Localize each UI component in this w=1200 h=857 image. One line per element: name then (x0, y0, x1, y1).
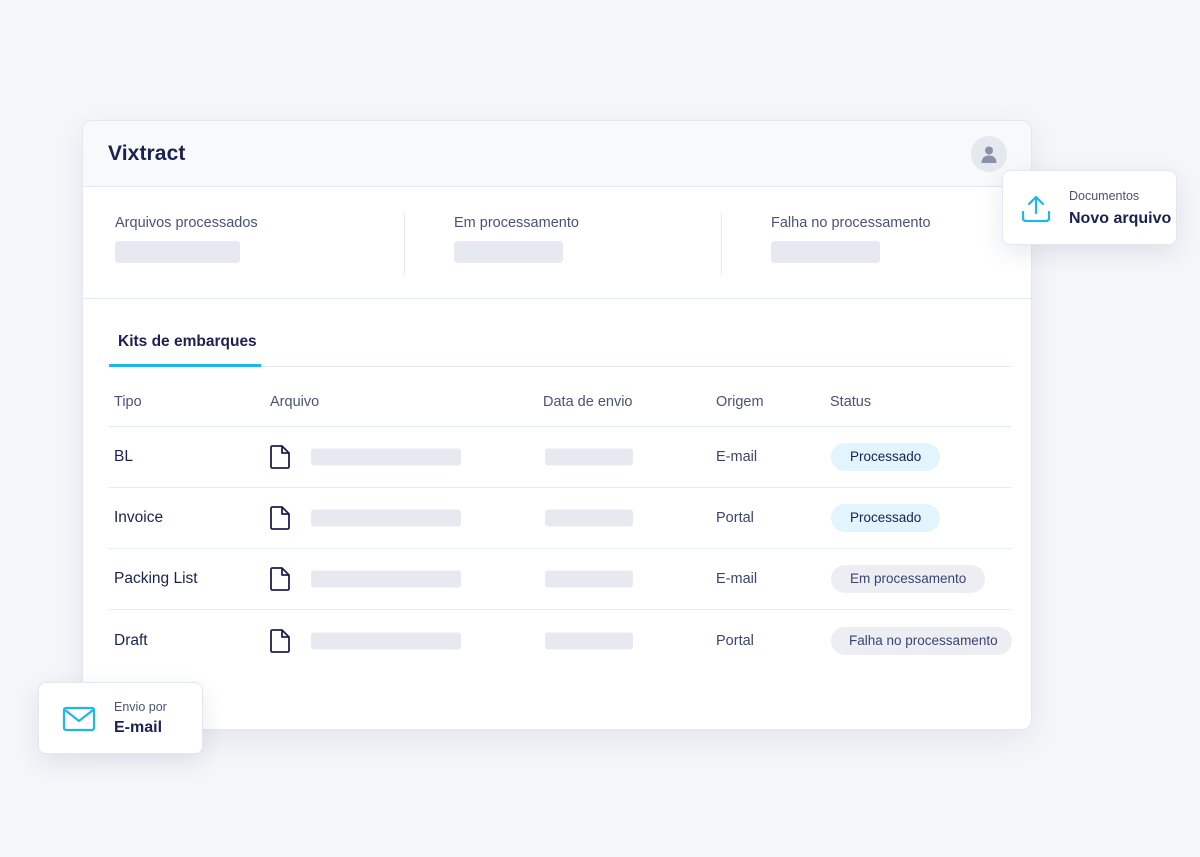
column-header-origem: Origem (716, 394, 764, 410)
row-type: BL (114, 448, 133, 465)
shipments-table: Tipo Arquivo Data de envio Origem Status… (109, 379, 1012, 671)
document-icon (270, 445, 290, 469)
upload-card-title: Novo arquivo (1069, 210, 1172, 227)
column-header-data-de-envio: Data de envio (543, 394, 633, 410)
status-badge: Processado (831, 504, 941, 532)
table-row[interactable]: Draft Portal Falha no processamento (109, 610, 1012, 671)
table-row[interactable]: BL E-mail Processado (109, 427, 1011, 488)
tab-bar: Kits de embarques (109, 327, 1011, 367)
stat-value-placeholder (115, 241, 240, 263)
stat-label: Arquivos processados (115, 215, 258, 231)
date-placeholder (545, 632, 633, 649)
stat-divider (721, 213, 722, 275)
file-name-placeholder (311, 632, 461, 649)
table-header: Tipo Arquivo Data de envio Origem Status (109, 379, 1011, 427)
column-header-status: Status (830, 394, 872, 410)
row-origin: Portal (716, 510, 754, 526)
status-badge: Processado (831, 443, 941, 471)
row-type: Packing List (114, 570, 198, 587)
document-icon (270, 567, 290, 591)
email-card[interactable]: Envio por E-mail (38, 682, 203, 754)
file-name-placeholder (311, 570, 461, 588)
app-window: Vixtract Arquivos processados Em process… (82, 120, 1032, 730)
stat-divider (404, 213, 405, 275)
document-icon (270, 506, 290, 530)
file-name-placeholder (311, 509, 461, 527)
email-card-title: E-mail (114, 719, 163, 736)
stat-value-placeholder (454, 241, 563, 263)
table-row[interactable]: Packing List E-mail Em processamento (109, 549, 1011, 610)
document-icon (270, 628, 290, 653)
avatar[interactable] (971, 135, 1007, 172)
table-row[interactable]: Invoice Portal Processado (109, 488, 1011, 549)
stat-failed: Falha no processamento (771, 215, 931, 263)
row-origin: E-mail (716, 449, 758, 465)
tab-kits-de-embarques[interactable]: Kits de embarques (109, 327, 261, 367)
file-name-placeholder (311, 448, 461, 466)
stat-in-progress: Em processamento (454, 215, 579, 263)
mail-icon (62, 706, 96, 732)
user-icon (981, 146, 997, 163)
upload-icon (1021, 195, 1051, 223)
row-type: Invoice (114, 509, 164, 526)
row-origin: Portal (716, 632, 754, 649)
column-header-tipo: Tipo (114, 394, 142, 410)
status-badge: Falha no processamento (831, 626, 1012, 655)
app-title: Vixtract (108, 141, 186, 165)
column-header-arquivo: Arquivo (270, 394, 320, 410)
row-origin: E-mail (716, 571, 758, 587)
app-header: Vixtract (83, 121, 1031, 187)
stats-panel: Arquivos processados Em processamento Fa… (83, 187, 1031, 299)
stat-value-placeholder (771, 241, 880, 263)
status-badge: Em processamento (831, 565, 986, 593)
email-card-label: Envio por (114, 700, 167, 714)
stat-label: Em processamento (454, 215, 579, 231)
row-type: Draft (114, 631, 148, 649)
upload-card[interactable]: Documentos Novo arquivo (1002, 170, 1177, 245)
date-placeholder (545, 570, 633, 588)
stat-processed: Arquivos processados (115, 215, 258, 263)
upload-card-label: Documentos (1069, 189, 1140, 203)
stat-label: Falha no processamento (771, 215, 931, 231)
date-placeholder (545, 448, 633, 466)
stage: Vixtract Arquivos processados Em process… (0, 0, 1200, 857)
date-placeholder (545, 509, 633, 527)
